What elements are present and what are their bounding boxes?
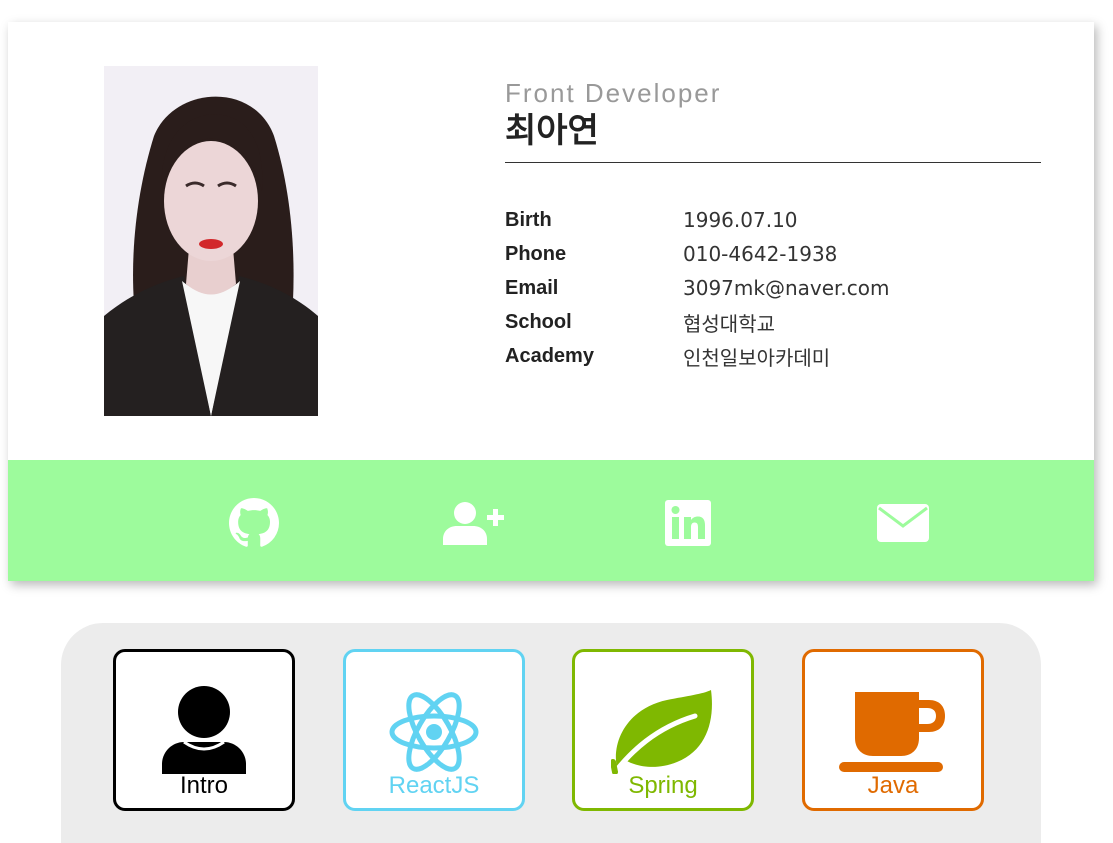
github-icon	[229, 498, 279, 547]
skill-label: Spring	[628, 772, 698, 799]
detail-value: 협성대학교	[683, 311, 775, 336]
mail-icon	[877, 504, 929, 542]
github-link[interactable]	[224, 498, 284, 548]
detail-row-email: Email 3097mk@naver.com	[505, 271, 1041, 305]
linkedin-link[interactable]	[658, 498, 718, 548]
detail-value: 1996.07.10	[683, 208, 798, 232]
profile-photo	[104, 66, 318, 416]
detail-row-birth: Birth 1996.07.10	[505, 203, 1041, 237]
skill-label: Intro	[179, 772, 229, 799]
social-links-bar	[8, 460, 1094, 581]
user-icon	[162, 686, 246, 774]
skill-tile-java[interactable]: Java	[802, 649, 984, 811]
add-friend-link[interactable]	[440, 498, 506, 548]
detail-value: 인천일보아카데미	[683, 345, 831, 370]
divider	[505, 162, 1041, 163]
detail-label: Birth	[505, 208, 552, 231]
detail-label: School	[505, 310, 572, 333]
skill-tile-intro[interactable]: Intro	[113, 649, 295, 811]
profile-card: Front Developer 최아연 Birth 1996.07.10 Pho…	[8, 22, 1094, 581]
skills-panel: Intro ReactJS Spring Java	[61, 623, 1041, 843]
skill-label: Java	[867, 772, 919, 799]
add-user-icon	[443, 502, 504, 545]
linkedin-icon	[665, 500, 711, 546]
details-list: Birth 1996.07.10 Phone 010-4642-1938 Ema…	[505, 203, 1041, 373]
coffee-cup-icon	[839, 692, 945, 772]
detail-label: Academy	[505, 344, 594, 367]
detail-row-phone: Phone 010-4642-1938	[505, 237, 1041, 271]
skill-tile-spring[interactable]: Spring	[572, 649, 754, 811]
detail-value: 3097mk@naver.com	[683, 276, 890, 300]
detail-row-academy: Academy 인천일보아카데미	[505, 339, 1041, 373]
detail-label: Email	[505, 276, 559, 299]
react-icon	[389, 692, 479, 772]
detail-label: Phone	[505, 242, 567, 265]
detail-row-school: School 협성대학교	[505, 305, 1041, 339]
skill-tile-reactjs[interactable]: ReactJS	[343, 649, 525, 811]
job-title: Front Developer	[505, 78, 722, 108]
spring-leaf-icon	[611, 690, 712, 774]
skill-label: ReactJS	[388, 772, 480, 799]
profile-info: Front Developer 최아연 Birth 1996.07.10 Pho…	[505, 78, 1041, 373]
detail-value: 010-4642-1938	[683, 242, 838, 266]
person-name: 최아연	[505, 112, 599, 150]
mail-link[interactable]	[876, 498, 930, 548]
